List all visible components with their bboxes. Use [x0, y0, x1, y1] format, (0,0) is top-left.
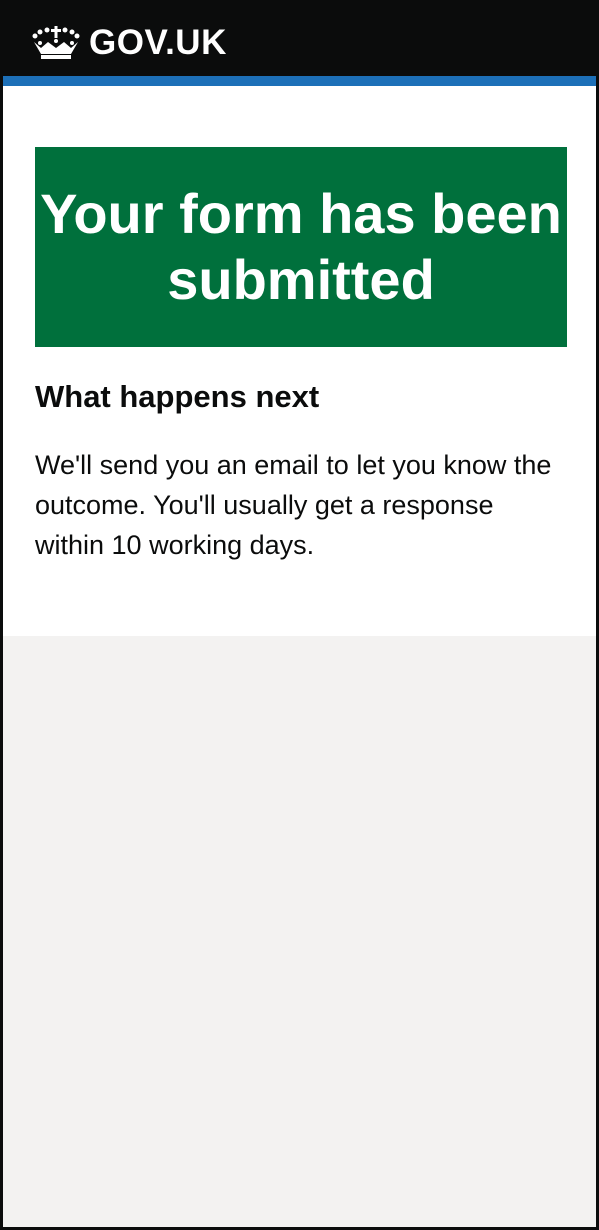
header-accent-bar — [3, 76, 596, 86]
main-content: Your form has been submitted What happen… — [3, 86, 596, 636]
header: GOV.UK — [3, 3, 596, 76]
panel-title: Your form has been submitted — [40, 182, 562, 311]
next-heading: What happens next — [35, 379, 320, 414]
page-frame: GOV.UK Your form has been submitted What… — [0, 0, 599, 1230]
logo-text: GOV.UK — [89, 23, 227, 62]
next-body: We'll send you an email to let you know … — [35, 450, 552, 560]
crown-icon — [32, 26, 80, 59]
confirmation-panel: Your form has been submitted — [35, 147, 567, 347]
govuk-logo-link[interactable]: GOV.UK — [31, 23, 227, 63]
